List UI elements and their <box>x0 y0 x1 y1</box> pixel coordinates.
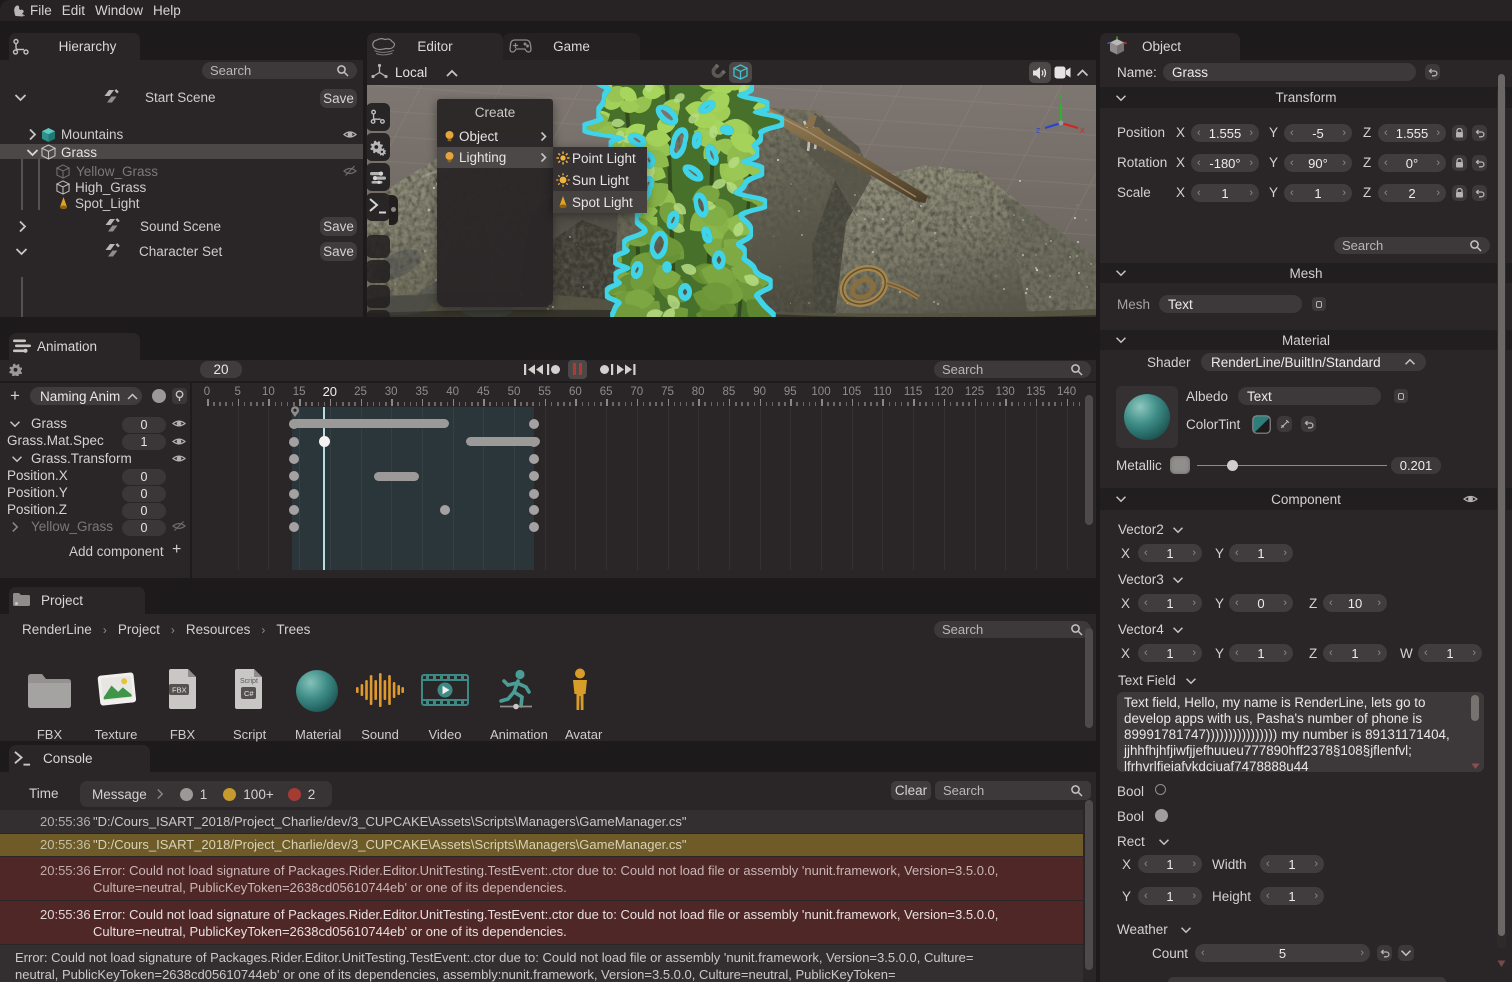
svg-text:X: X <box>1080 128 1085 135</box>
svg-text:Script: Script <box>240 678 258 685</box>
svg-text:FBX: FBX <box>172 686 187 695</box>
svg-text:Y: Y <box>1058 92 1064 101</box>
svg-text:C#: C# <box>244 689 254 698</box>
svg-text:Z: Z <box>1036 128 1041 135</box>
